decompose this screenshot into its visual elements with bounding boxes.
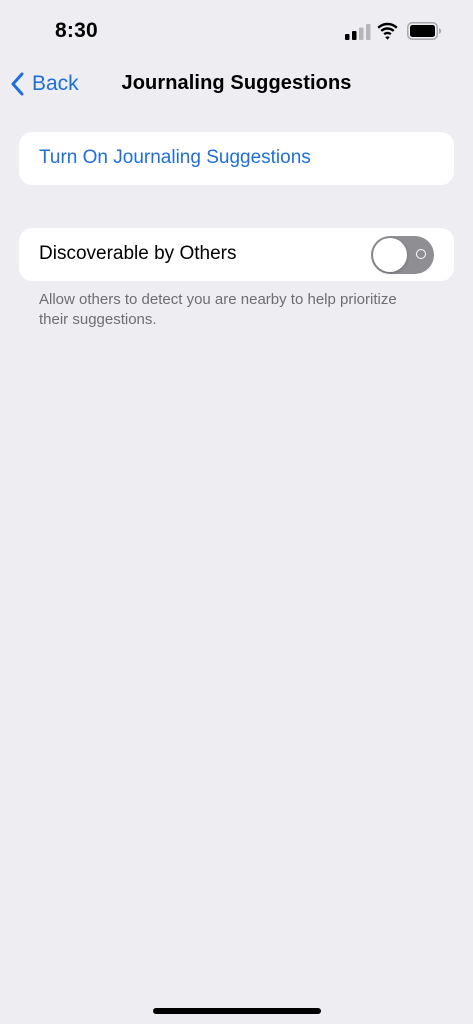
discoverable-group: Discoverable by Others <box>19 228 454 281</box>
cellular-signal-icon <box>345 24 371 40</box>
wifi-icon <box>377 22 398 40</box>
discoverable-footer-note: Allow others to detect you are nearby to… <box>39 291 397 328</box>
navigation-bar: Back Journaling Suggestions <box>0 60 473 108</box>
battery-icon <box>407 22 442 40</box>
status-time: 8:30 <box>55 19 98 42</box>
discoverable-toggle[interactable] <box>371 236 434 274</box>
status-bar: 8:30 <box>0 0 473 60</box>
turn-on-journaling-suggestions-button[interactable]: Turn On Journaling Suggestions <box>39 147 311 169</box>
home-indicator[interactable] <box>153 1008 321 1014</box>
toggle-off-indicator-icon <box>416 249 426 259</box>
toggle-knob <box>373 238 407 272</box>
discoverable-label: Discoverable by Others <box>39 243 237 264</box>
page-title: Journaling Suggestions <box>121 72 352 94</box>
turn-on-group: Turn On Journaling Suggestions <box>19 132 454 185</box>
